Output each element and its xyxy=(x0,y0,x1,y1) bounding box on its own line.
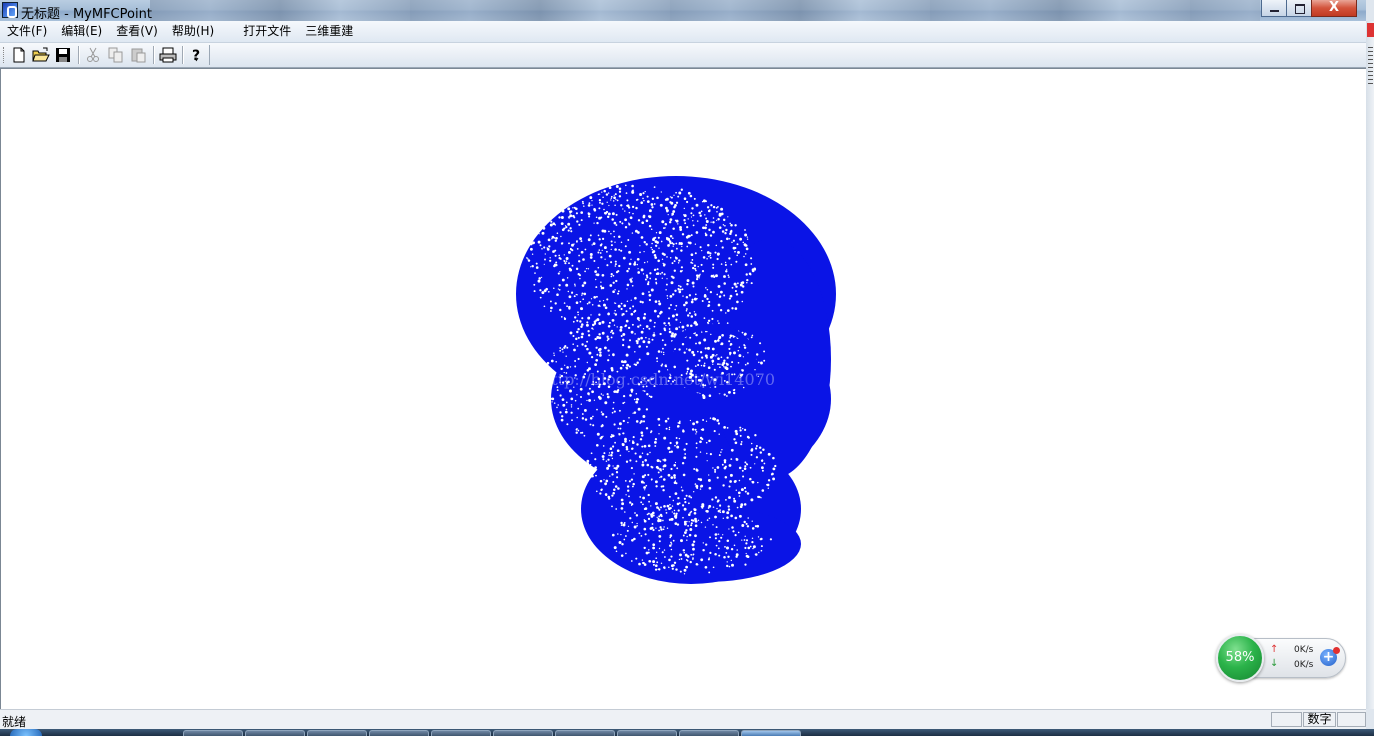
status-pane-caps xyxy=(1271,712,1302,727)
close-button[interactable]: X xyxy=(1311,0,1357,17)
toolbar-separator xyxy=(153,46,155,64)
new-file-icon xyxy=(13,47,25,63)
taskbar-item[interactable] xyxy=(679,730,739,736)
copy-icon xyxy=(108,47,123,63)
window-title: 无标题 - MyMFCPoint xyxy=(21,7,152,22)
taskbar-item[interactable] xyxy=(493,730,553,736)
taskbar-item[interactable] xyxy=(183,730,243,736)
upload-arrow-icon: ↑ xyxy=(1270,644,1279,655)
ruler-ticks xyxy=(1368,47,1373,87)
cut-icon xyxy=(87,47,99,62)
cut-button[interactable] xyxy=(82,45,104,65)
copy-button[interactable] xyxy=(105,45,127,65)
paste-button[interactable] xyxy=(128,45,150,65)
os-taskbar xyxy=(0,729,1374,736)
taskbar-item[interactable] xyxy=(555,730,615,736)
new-file-button[interactable] xyxy=(8,45,30,65)
point-cloud-skull: http://blog.csdn.net/wi14070 xyxy=(516,176,836,584)
paste-icon xyxy=(131,48,146,63)
taskbar-item[interactable] xyxy=(617,730,677,736)
memory-usage-ball[interactable]: 58% xyxy=(1216,634,1264,682)
save-icon xyxy=(56,48,70,62)
status-text: 就绪 xyxy=(2,715,27,729)
network-monitor-widget[interactable]: 58% ↑ ↓ 0K/s 0K/s + xyxy=(1216,634,1346,682)
start-button[interactable] xyxy=(10,729,42,736)
menu-3d-reconstruct[interactable]: 三维重建 xyxy=(298,22,360,41)
toolbar-border xyxy=(209,45,210,65)
help-button[interactable]: ? xyxy=(186,45,208,65)
status-pane-num: 数字 xyxy=(1303,712,1336,727)
menu-bar: 文件(F) 编辑(E) 查看(V) 帮助(H) 打开文件 三维重建 xyxy=(0,21,1366,43)
print-button[interactable] xyxy=(157,45,179,65)
watermark: http://blog.csdn.net/wi14070 xyxy=(541,370,775,389)
taskbar-item[interactable] xyxy=(431,730,491,736)
toolbar-grip[interactable] xyxy=(3,47,6,63)
help-icon: ? xyxy=(192,48,200,63)
print-icon xyxy=(159,47,177,63)
taskbar-item[interactable] xyxy=(245,730,305,736)
view-canvas[interactable]: http://blog.csdn.net/wi14070 58% ↑ ↓ 0K/… xyxy=(0,68,1366,709)
notification-dot xyxy=(1333,647,1340,654)
save-button[interactable] xyxy=(52,45,74,65)
taskbar-item[interactable] xyxy=(307,730,367,736)
open-file-button[interactable] xyxy=(30,45,52,65)
open-folder-icon xyxy=(32,47,50,62)
title-bar[interactable]: 无标题 - MyMFCPoint X xyxy=(0,0,1366,22)
status-bar: 就绪 数字 xyxy=(0,709,1366,730)
taskbar-item[interactable] xyxy=(369,730,429,736)
right-edge-strip xyxy=(1366,21,1374,709)
toolbar: ? xyxy=(0,43,1366,68)
title-bar-background xyxy=(150,0,1260,21)
taskbar-item-active[interactable] xyxy=(741,730,801,736)
download-arrow-icon: ↓ xyxy=(1270,658,1279,669)
menu-open-file[interactable]: 打开文件 xyxy=(236,22,298,41)
menu-edit[interactable]: 编辑(E) xyxy=(54,22,109,41)
app-icon[interactable] xyxy=(2,2,18,18)
red-marker xyxy=(1367,23,1374,37)
window-controls: X xyxy=(1261,0,1357,18)
menu-file[interactable]: 文件(F) xyxy=(0,22,54,41)
minimize-button[interactable] xyxy=(1261,0,1287,17)
status-pane-scroll xyxy=(1337,712,1366,727)
toolbar-separator xyxy=(78,46,80,64)
download-rate: 0K/s xyxy=(1294,660,1314,670)
menu-view[interactable]: 查看(V) xyxy=(109,22,165,41)
upload-rate: 0K/s xyxy=(1294,645,1314,655)
menu-help[interactable]: 帮助(H) xyxy=(165,22,221,41)
maximize-button[interactable] xyxy=(1286,0,1312,17)
toolbar-separator xyxy=(182,46,184,64)
